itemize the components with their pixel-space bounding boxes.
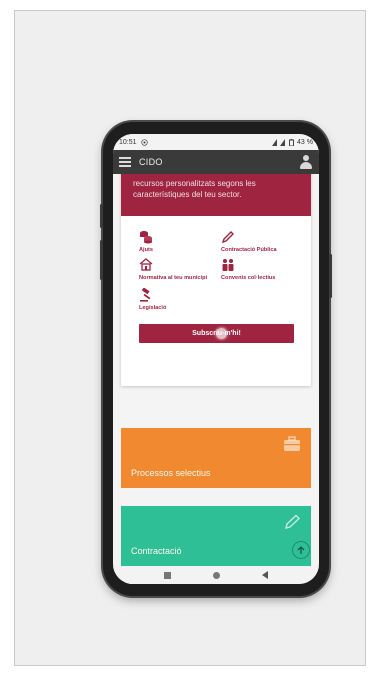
battery-percent: 43 % xyxy=(297,138,313,146)
arrow-up-icon xyxy=(297,545,305,554)
coins-icon xyxy=(140,231,152,244)
volume-down-button xyxy=(100,240,103,280)
tile-label: Contractació xyxy=(131,546,182,556)
android-nav-bar xyxy=(113,566,319,584)
app-title: CIDO xyxy=(139,157,163,167)
user-avatar-icon[interactable] xyxy=(299,155,313,169)
category-normativa[interactable]: Normativa al teu municipi xyxy=(139,258,209,282)
phone-screen: 10:51 43 % CIDO recursos personalitzats … xyxy=(113,134,319,584)
category-label: Convenis col·lectius xyxy=(221,275,276,281)
category-label: Ajuts xyxy=(139,247,153,253)
pencil-icon xyxy=(285,514,301,529)
category-convenis[interactable]: Convenis col·lectius xyxy=(221,258,291,282)
home-icon[interactable] xyxy=(213,571,220,579)
power-button xyxy=(329,254,332,298)
battery-icon xyxy=(289,138,295,146)
vpn-icon xyxy=(140,138,148,146)
briefcase-icon xyxy=(284,436,300,451)
category-label: Legislació xyxy=(139,305,167,311)
hamburger-menu-icon[interactable] xyxy=(119,157,131,167)
pencil-icon xyxy=(221,231,234,244)
back-icon[interactable] xyxy=(262,571,268,579)
status-time: 10:51 xyxy=(119,138,137,146)
touch-indicator xyxy=(216,328,227,339)
people-icon xyxy=(222,259,234,271)
volume-up-button xyxy=(100,204,103,228)
tile-label: Processos selectius xyxy=(131,468,211,478)
scroll-to-top-button[interactable] xyxy=(292,541,310,559)
town-hall-icon xyxy=(139,258,153,271)
tile-processos-selectius[interactable]: Processos selectius xyxy=(121,428,311,488)
recents-icon[interactable] xyxy=(164,571,171,579)
signal-icon xyxy=(272,138,286,146)
phone-body: 10:51 43 % CIDO recursos personalitzats … xyxy=(100,122,332,596)
device-frame-background: 10:51 43 % CIDO recursos personalitzats … xyxy=(14,10,366,666)
main-content: recursos personalitzats segons les carac… xyxy=(113,174,319,566)
category-label: Normativa al teu municipi xyxy=(139,275,208,281)
gavel-icon xyxy=(140,288,151,302)
subscription-card: recursos personalitzats segons les carac… xyxy=(121,174,311,386)
app-bar: CIDO xyxy=(113,150,319,174)
category-ajuts[interactable]: Ajuts xyxy=(139,230,209,254)
category-contractacio-publica[interactable]: Contractació Pública xyxy=(221,230,291,254)
category-legislacio[interactable]: Legislació xyxy=(139,288,209,312)
card-description: recursos personalitzats segons les carac… xyxy=(121,174,311,216)
tile-contractacio[interactable]: Contractació xyxy=(121,506,311,566)
status-bar: 10:51 43 % xyxy=(113,134,319,150)
category-label: Contractació Pública xyxy=(221,247,277,253)
